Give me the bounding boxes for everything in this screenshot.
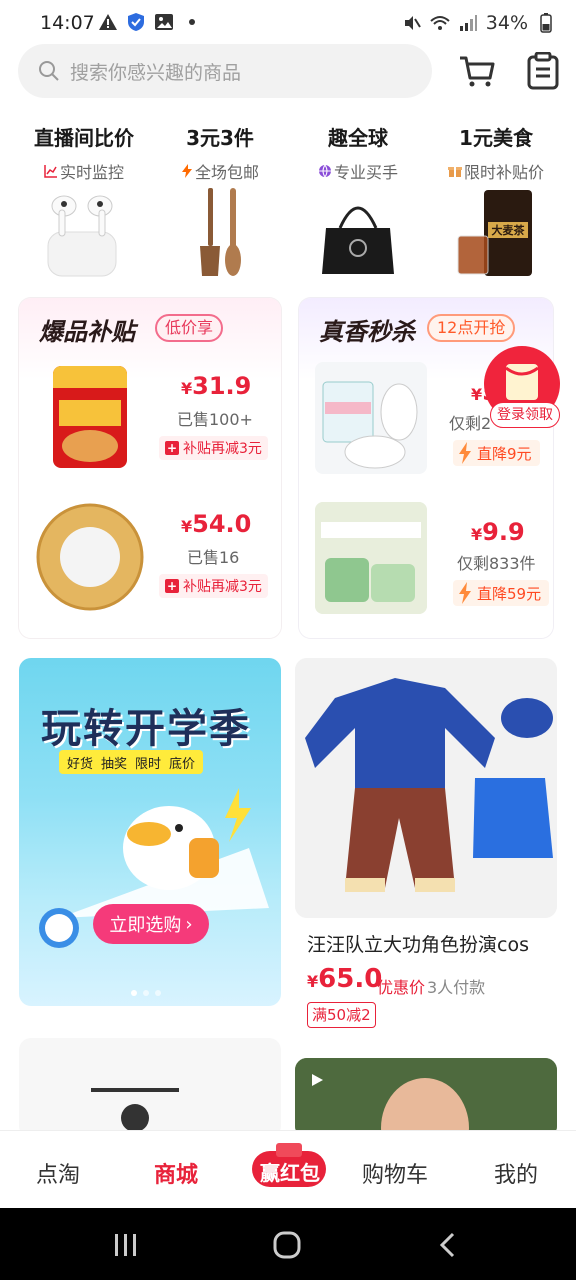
price-drop-badge: 直降9元 [453,440,540,466]
warning-icon [99,14,117,30]
banner-tag: 抽奖 [101,756,128,772]
product-image[interactable] [295,658,557,918]
recent-apps-icon[interactable] [112,1232,140,1258]
search-placeholder: 搜索你感兴趣的商品 [70,61,242,84]
category-live-price[interactable]: 直播间比价 实时监控 [14,122,154,277]
plus-icon: + [165,579,179,593]
chart-icon [44,165,57,178]
chevron-right-icon: › [185,913,193,935]
barley-tea-image: 大麦茶 [457,190,532,276]
video-thumbnail [295,1058,557,1138]
product-price: ¥65.0 [307,964,383,994]
product-card[interactable] [19,1038,281,1138]
price-drop-badge: 直降59元 [453,580,550,606]
mute-icon [404,16,421,30]
category-title: 3元3件 [186,126,254,150]
battery-percent: 34% [485,12,528,34]
product-image[interactable] [35,502,145,612]
back-icon[interactable] [438,1232,458,1258]
banner-tag: 好货 [67,756,94,772]
price-label: 优惠价 [377,978,426,997]
gallery-icon [155,14,173,30]
banner-tags: 好货 抽奖 限时 底价 [59,750,204,774]
item-sold: 已售16 [187,548,240,567]
category-title: 1元美食 [459,126,533,150]
tab-diantao[interactable]: 点淘 [36,1157,80,1189]
search-icon [39,61,59,81]
home-icon[interactable] [272,1230,302,1260]
status-time: 14:07 [40,12,95,34]
svg-text:大麦茶: 大麦茶 [492,223,526,237]
carousel-dots [131,990,161,996]
item-price: ¥31.9 [181,372,252,400]
earbuds-image [47,195,117,277]
category-1-yuan-food[interactable]: 1元美食 限时补贴价 大麦茶 [426,122,566,276]
battery-icon [540,13,552,33]
buyer-count: 3人付款 [427,978,486,997]
dot-icon [189,19,195,25]
shield-icon [128,13,144,31]
subsidy-badge: + 补贴再减3元 [159,574,268,598]
plus-icon: + [165,441,179,455]
system-nav-bar [0,1208,576,1280]
shop-now-button[interactable]: 立即选购 › [93,904,209,944]
lightning-icon [459,582,471,604]
play-icon [312,1074,323,1086]
hot-subsidy-card[interactable]: 爆品补贴 低价享 ¥31.9 已售100+ + 补贴再减3元 ¥54.0 已售16… [19,298,281,638]
tab-win-label: 赢红包 [260,1161,320,1185]
category-title: 直播间比价 [34,126,134,150]
red-packet-float[interactable]: 登录领取 [482,346,562,428]
coupon-tag: 满50减2 [307,1002,376,1028]
order-list-icon[interactable] [526,52,560,90]
category-subtitle: 专业买手 [333,163,398,182]
globe-icon [318,164,331,178]
category-global[interactable]: 趣全球 专业买手 [288,122,428,274]
card-tag: 12点开抢 [427,314,516,342]
card-title: 爆品补贴 [39,318,135,346]
item-price: ¥9.9 [471,518,525,546]
red-packet-label: 登录领取 [490,402,560,428]
product-image[interactable] [315,362,427,474]
video-card[interactable] [295,1058,557,1138]
tab-cart[interactable]: 购物车 [362,1157,428,1189]
item-stock: 仅剩833件 [457,554,536,573]
bottom-tab-bar: 点淘 商城 赢红包 购物车 我的 [0,1130,576,1208]
lightning-icon [181,164,192,178]
item-sold: 已售100+ [177,410,253,429]
gift-icon [447,167,462,177]
lightning-icon [459,442,471,464]
cart-icon[interactable] [458,52,496,90]
spatula-image [200,188,241,276]
category-subtitle: 实时监控 [59,163,124,182]
item-price: ¥54.0 [181,510,252,538]
category-subtitle: 全场包邮 [194,163,259,182]
scooter-image [91,1088,179,1132]
banner-tag: 底价 [169,756,196,772]
card-title: 真香秒杀 [319,318,415,346]
tab-mall[interactable]: 商城 [154,1157,198,1189]
handbag-image [322,206,394,274]
wifi-icon [430,16,450,30]
tab-win-red-packet[interactable]: 赢红包 [250,1143,328,1189]
product-card[interactable]: 汪汪队立大功角色扮演cos ¥65.0 优惠价 3人付款 满50减2 [295,658,557,1028]
signal-icon [459,15,477,31]
status-bar: 14:07 34% [0,0,576,44]
card-tag: 低价享 [155,314,224,342]
app-root: 14:07 34% 搜索你感兴趣的商品 直播间比价 实时监控 3元3件 全场包邮 [0,0,576,1280]
banner-tag: 限时 [135,756,162,772]
product-image[interactable] [53,366,127,468]
search-input[interactable]: 搜索你感兴趣的商品 [18,44,432,98]
category-3-for-3[interactable]: 3元3件 全场包邮 [150,122,290,276]
subsidy-badge: + 补贴再减3元 [159,436,268,460]
banner-title: 玩转开学季 [41,706,251,752]
category-title: 趣全球 [328,126,388,150]
category-subtitle: 限时补贴价 [463,163,544,182]
back-to-school-banner[interactable]: 玩转开学季 好货 抽奖 限时 底价 立即选购 › [19,658,281,1006]
product-name: 汪汪队立大功角色扮演cos [307,934,529,956]
product-image[interactable] [315,502,427,614]
tab-me[interactable]: 我的 [494,1157,538,1189]
